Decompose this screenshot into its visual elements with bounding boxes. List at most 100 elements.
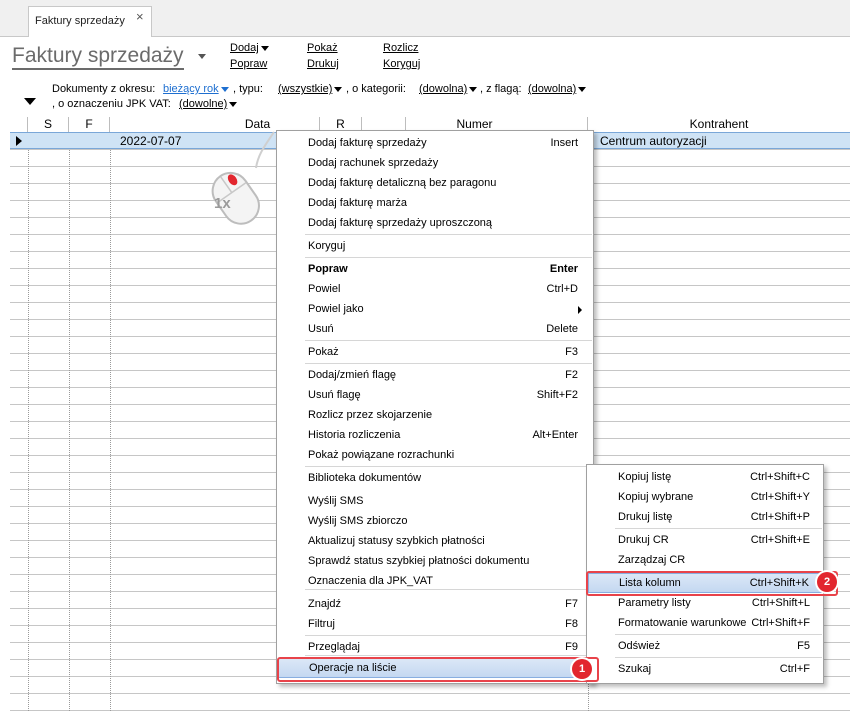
menu-item-label: Popraw — [308, 263, 348, 275]
column-header-kontrahent[interactable]: Kontrahent — [588, 117, 850, 132]
menu-item-label: Usuń — [308, 323, 334, 335]
menu-item-shortcut: Ctrl+Shift+P — [750, 511, 810, 523]
menu-item-filtruj[interactable]: Filtruj F8 — [278, 615, 592, 635]
jpk-select[interactable]: (dowolne) — [179, 98, 238, 110]
menu-item-dodaj-fakture-marza[interactable]: Dodaj fakturę marża — [278, 194, 592, 214]
typ-select[interactable]: (wszystkie) — [278, 83, 343, 95]
menu-item-dodaj-fakture-detaliczna[interactable]: Dodaj fakturę detaliczną bez paragonu — [278, 174, 592, 194]
tab-faktury-sprzedazy[interactable]: Faktury sprzedaży × — [28, 6, 152, 37]
submenu-item-drukuj-cr[interactable]: Drukuj CR Ctrl+Shift+E — [588, 531, 822, 551]
menu-item-sprawdz-status-platnosci[interactable]: Sprawdź status szybkiej płatności dokume… — [278, 552, 592, 572]
menu-item-label: Pokaż — [308, 346, 339, 358]
typ-label: , typu: — [233, 83, 263, 95]
submenu-item-lista-kolumn[interactable]: Lista kolumn Ctrl+Shift+K — [588, 573, 822, 593]
menu-item-label: Drukuj CR — [618, 534, 669, 546]
submenu-item-odswiez[interactable]: Odśwież F5 — [588, 637, 822, 657]
menu-item-operacje-na-liscie[interactable]: Operacje na liście — [278, 658, 592, 678]
submenu-item-kopiuj-wybrane[interactable]: Kopiuj wybrane Ctrl+Shift+Y — [588, 488, 822, 508]
column-header-f[interactable]: F — [69, 117, 110, 132]
menu-item-aktualizuj-statusy[interactable]: Aktualizuj statusy szybkich płatności — [278, 532, 592, 552]
menu-item-dodaj-fakture-uproszczona[interactable]: Dodaj fakturę sprzedaży uproszczoną — [278, 214, 592, 234]
column-header-s[interactable]: S — [28, 117, 69, 132]
menu-item-biblioteka-dokumentow[interactable]: Biblioteka dokumentów — [278, 469, 592, 489]
menu-item-label: Kopiuj listę — [618, 471, 672, 483]
menu-item-label: Kopiuj wybrane — [618, 491, 694, 503]
menu-item-usun[interactable]: Usuń Delete — [278, 320, 592, 340]
menu-item-pokaz-powiazane-rozrachunki[interactable]: Pokaż powiązane rozrachunki — [278, 446, 592, 466]
menu-item-shortcut: F9 — [565, 641, 578, 653]
menu-item-historia-rozliczenia[interactable]: Historia rozliczenia Alt+Enter — [278, 426, 592, 446]
flaga-label: , z flagą: — [480, 83, 522, 95]
submenu-item-formatowanie-warunkowe[interactable]: Formatowanie warunkowe Ctrl+Shift+F — [588, 614, 822, 634]
column-divider — [110, 132, 111, 711]
mouse-hint-text: 1x — [214, 195, 231, 212]
menu-item-label: Powiel — [308, 283, 341, 295]
page-title[interactable]: Faktury sprzedaży — [12, 44, 184, 70]
menu-item-label: Wyślij SMS zbiorczo — [308, 515, 408, 527]
okres-value: bieżący rok — [163, 83, 219, 95]
menu-item-shortcut: Ctrl+Shift+F — [751, 617, 810, 629]
menu-item-shortcut: Alt+Enter — [532, 429, 578, 441]
menu-separator — [615, 634, 822, 635]
menu-item-shortcut: Delete — [546, 323, 578, 335]
submenu-item-kopiuj-liste[interactable]: Kopiuj listę Ctrl+Shift+C — [588, 468, 822, 488]
menu-item-shortcut: Insert — [550, 137, 578, 149]
menu-separator — [615, 657, 822, 658]
context-menu: Dodaj fakturę sprzedaży Insert Dodaj rachu… — [276, 130, 594, 684]
menu-item-label: Formatowanie warunkowe — [618, 617, 747, 629]
rozlicz-button[interactable]: Rozlicz — [383, 42, 418, 54]
menu-item-wyslij-sms-zbiorczo[interactable]: Wyślij SMS zbiorczo — [278, 512, 592, 532]
menu-item-label: Aktualizuj statusy szybkich płatności — [308, 535, 485, 547]
submenu-item-szukaj[interactable]: Szukaj Ctrl+F — [588, 660, 822, 680]
popraw-button[interactable]: Popraw — [230, 58, 267, 70]
menu-separator — [305, 234, 592, 235]
menu-separator — [615, 571, 822, 572]
menu-item-label: Odśwież — [618, 640, 661, 652]
chevron-down-icon — [220, 86, 229, 92]
okres-select[interactable]: bieżący rok — [163, 83, 229, 95]
dodaj-button[interactable]: Dodaj — [230, 42, 269, 54]
menu-item-shortcut: Ctrl+Shift+C — [750, 471, 810, 483]
menu-item-dodaj-fakture-sprzedazy[interactable]: Dodaj fakturę sprzedaży Insert — [278, 134, 592, 154]
chevron-down-icon[interactable] — [198, 54, 206, 59]
collapse-filters-icon[interactable] — [24, 98, 36, 105]
menu-item-wyslij-sms[interactable]: Wyślij SMS — [278, 492, 592, 512]
menu-item-powiel[interactable]: Powiel Ctrl+D — [278, 280, 592, 300]
pokaz-button[interactable]: Pokaż — [307, 42, 338, 54]
flaga-select[interactable]: (dowolna) — [528, 83, 587, 95]
menu-item-label: Operacje na liście — [309, 662, 397, 674]
menu-item-koryguj[interactable]: Koryguj — [278, 237, 592, 257]
typ-value: (wszystkie) — [278, 83, 333, 95]
cell-data: 2022-07-07 — [120, 134, 182, 148]
menu-item-label: Dodaj fakturę sprzedaży uproszczoną — [308, 217, 493, 229]
tab-bar: Faktury sprzedaży × — [0, 0, 850, 37]
submenu-item-drukuj-liste[interactable]: Drukuj listę Ctrl+Shift+P — [588, 508, 822, 528]
menu-item-dodaj-rachunek-sprzedazy[interactable]: Dodaj rachunek sprzedaży — [278, 154, 592, 174]
kategoria-select[interactable]: (dowolna) — [419, 83, 478, 95]
menu-item-oznaczenia-jpk-vat[interactable]: Oznaczenia dla JPK_VAT — [278, 572, 592, 592]
menu-item-pokaz[interactable]: Pokaż F3 — [278, 343, 592, 363]
menu-item-label: Parametry listy — [618, 597, 691, 609]
close-icon[interactable]: × — [136, 9, 144, 24]
menu-item-znajdz[interactable]: Znajdź F7 — [278, 595, 592, 615]
menu-item-shortcut: Ctrl+Shift+K — [749, 577, 809, 589]
menu-item-usun-flage[interactable]: Usuń flagę Shift+F2 — [278, 386, 592, 406]
menu-item-shortcut: Ctrl+F — [779, 663, 810, 675]
kategoria-value: (dowolna) — [419, 83, 468, 95]
submenu-item-zarzadzaj-cr[interactable]: Zarządzaj CR — [588, 551, 822, 571]
menu-separator — [305, 340, 592, 341]
drukuj-button[interactable]: Drukuj — [307, 58, 339, 70]
menu-item-powiel-jako[interactable]: Powiel jako — [278, 300, 592, 320]
step-badge: 2 — [817, 572, 837, 592]
menu-item-przegladaj[interactable]: Przeglądaj F9 — [278, 638, 592, 658]
menu-item-label: Wyślij SMS — [308, 495, 364, 507]
menu-item-rozlicz-przez-skojarzenie[interactable]: Rozlicz przez skojarzenie — [278, 406, 592, 426]
menu-item-dodaj-zmien-flage[interactable]: Dodaj/zmień flagę F2 — [278, 366, 592, 386]
menu-item-popraw[interactable]: Popraw Enter — [278, 260, 592, 280]
menu-item-label: Filtruj — [308, 618, 335, 630]
menu-item-label: Pokaż powiązane rozrachunki — [308, 449, 455, 461]
submenu-item-parametry-listy[interactable]: Parametry listy Ctrl+Shift+L — [588, 594, 822, 614]
chevron-down-icon — [578, 86, 587, 92]
dodaj-label: Dodaj — [230, 42, 259, 54]
koryguj-button[interactable]: Koryguj — [383, 58, 420, 70]
